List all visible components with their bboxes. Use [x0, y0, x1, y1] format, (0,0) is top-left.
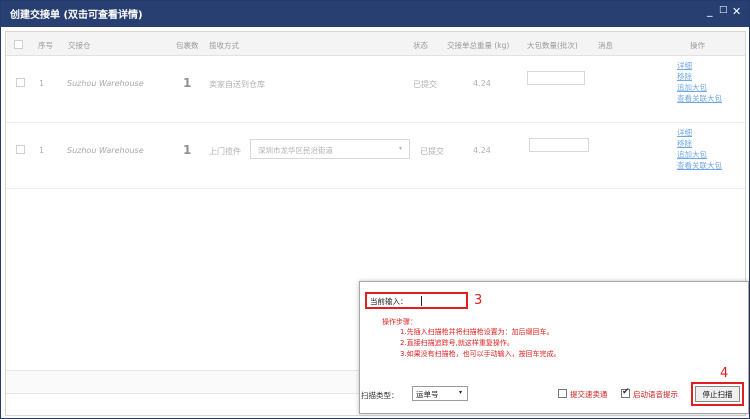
voice-prompt-checkbox[interactable]: ✔: [621, 387, 630, 398]
row-parcels: 1: [183, 76, 192, 90]
step-2: 2.直接扫描追踪号,就这样重复操作。: [400, 339, 514, 347]
submit-aliexpress-label: 提交速卖通: [570, 390, 608, 399]
scan-type-label: 扫描类型：: [361, 391, 399, 400]
row-method: 上门揽件: [209, 147, 241, 156]
header-actions: 操作: [690, 41, 705, 50]
scan-dialog: 当前输入： 3 4 操作步骤： 1.先插入扫描枪并将扫描枪设置为：加后缀回车。 …: [359, 281, 749, 414]
row-weight: 4.24: [473, 79, 491, 88]
stop-scan-button[interactable]: 停止扫描: [695, 386, 740, 402]
current-input-label: 当前输入：: [370, 297, 408, 306]
header-parcels: 包裹数: [176, 41, 199, 50]
add-bag-link[interactable]: 追加大包: [677, 149, 707, 160]
row-index: 1: [39, 79, 45, 88]
step-3: 3.如果没有扫描枪，也可以手动输入，按回车完成。: [400, 350, 561, 358]
remove-link[interactable]: 移除: [677, 71, 692, 82]
window-title: 创建交接单 (双击可查看详情): [10, 10, 143, 21]
row-parcels: 1: [183, 143, 192, 157]
header-index: 序号: [38, 41, 53, 50]
row-status: 已提交: [413, 80, 437, 89]
row-weight: 4.24: [473, 146, 491, 155]
detail-link[interactable]: 详细: [677, 127, 692, 138]
handover-window: 创建交接单 (双击可查看详情) _ □ ✕ 序号 交接仓 包裹数 揽收方式 状态…: [0, 0, 750, 419]
annotation-number-3: 3: [474, 293, 483, 308]
row-warehouse: Suzhou Warehouse: [67, 79, 144, 88]
row-index: 1: [39, 146, 45, 155]
header-warehouse: 交接仓: [68, 41, 91, 50]
row-warehouse: Suzhou Warehouse: [67, 146, 144, 155]
text-cursor: [421, 296, 422, 306]
row-checkbox[interactable]: [16, 78, 25, 87]
check-icon: ✔: [622, 387, 630, 397]
table-row[interactable]: 1 Suzhou Warehouse 1 卖家自送到仓库 已提交 4.24 详细…: [6, 57, 745, 123]
bag-count-input[interactable]: [527, 71, 585, 85]
table-row[interactable]: 1 Suzhou Warehouse 1 上门揽件 深圳市龙华区民治街道 ▾ 已…: [6, 123, 745, 189]
address-select[interactable]: 深圳市龙华区民治街道 ▾: [250, 139, 410, 159]
scan-type-value: 运单号: [416, 390, 439, 399]
steps-title: 操作步骤：: [382, 318, 417, 326]
header-method: 揽收方式: [209, 41, 239, 50]
chevron-down-icon: ▾: [399, 145, 403, 152]
scan-type-select[interactable]: 运单号 ▾: [412, 386, 468, 401]
maximize-icon[interactable]: □: [719, 5, 728, 15]
row-checkbox[interactable]: [16, 145, 25, 154]
step-1: 1.先插入扫描枪并将扫描枪设置为：加后缀回车。: [400, 328, 554, 336]
current-input-field[interactable]: 当前输入：: [365, 292, 468, 309]
title-bar: 创建交接单 (双击可查看详情) _ □ ✕: [1, 1, 749, 27]
header-status: 状态: [413, 41, 428, 50]
stop-scan-highlight: 停止扫描: [691, 382, 744, 406]
header-message: 消息: [598, 41, 613, 50]
row-method: 卖家自送到仓库: [209, 80, 265, 89]
view-bags-link[interactable]: 查看关联大包: [677, 93, 722, 104]
bag-count-input[interactable]: [529, 138, 589, 152]
minimize-icon[interactable]: _: [707, 4, 713, 17]
submit-aliexpress-checkbox[interactable]: [558, 389, 567, 398]
row-status: 已提交: [420, 147, 444, 156]
table-header: 序号 交接仓 包裹数 揽收方式 状态 交接单总重量 (kg) 大包数量(批次) …: [6, 32, 745, 56]
remove-link[interactable]: 移除: [677, 138, 692, 149]
select-all-checkbox[interactable]: [14, 40, 23, 49]
add-bag-link[interactable]: 追加大包: [677, 82, 707, 93]
annotation-number-4: 4: [720, 366, 729, 381]
address-value: 深圳市龙华区民治街道: [258, 146, 333, 155]
header-weight: 交接单总重量 (kg): [447, 41, 510, 50]
header-bags: 大包数量(批次): [527, 41, 578, 50]
close-icon[interactable]: ✕: [732, 5, 741, 18]
voice-prompt-label: 启动语音提示: [633, 390, 678, 399]
table-footer: [6, 370, 366, 394]
detail-link[interactable]: 详细: [677, 60, 692, 71]
chevron-down-icon: ▾: [459, 389, 463, 396]
view-bags-link[interactable]: 查看关联大包: [677, 160, 722, 171]
